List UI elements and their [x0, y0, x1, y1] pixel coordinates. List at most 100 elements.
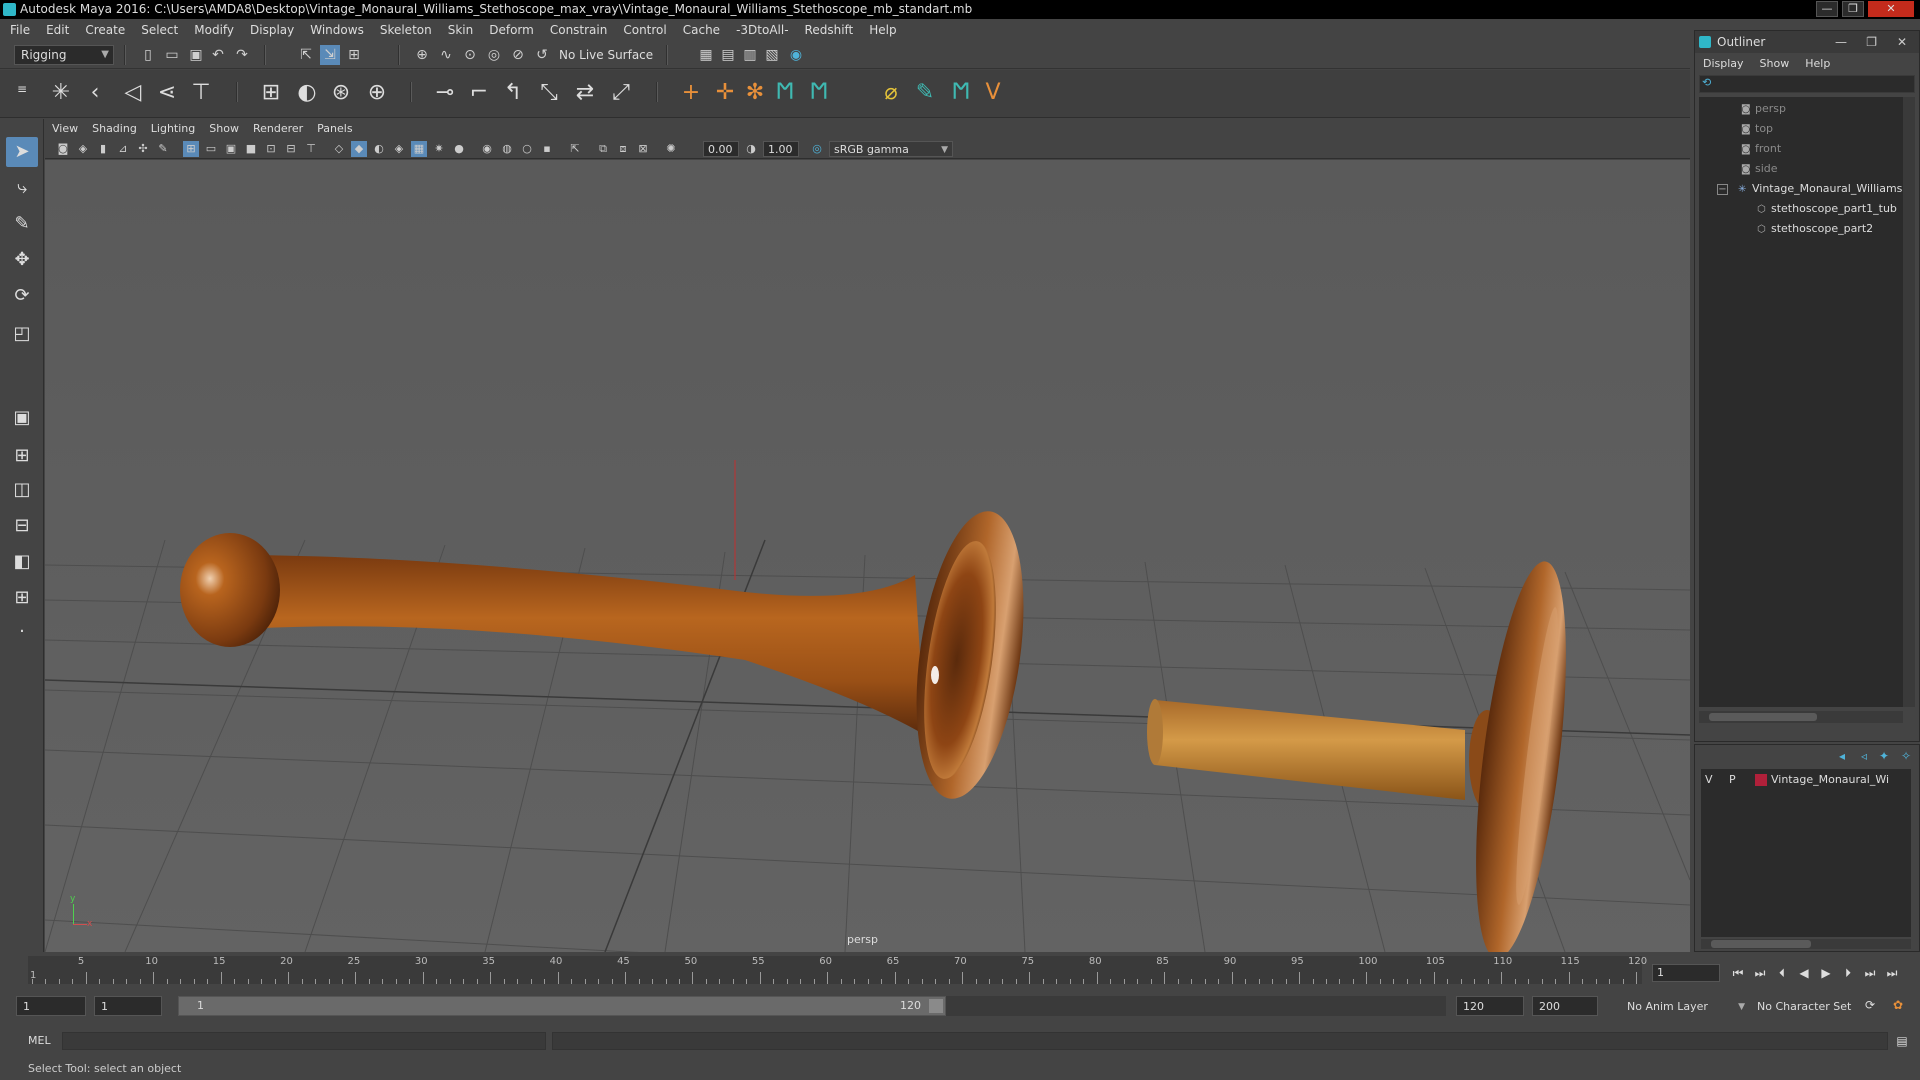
auto-key-icon[interactable]: ⟳: [1860, 996, 1880, 1014]
layer-color-swatch[interactable]: [1755, 774, 1767, 786]
image-plane-icon[interactable]: ⊿: [115, 141, 131, 157]
undo-icon[interactable]: ↶: [208, 45, 228, 65]
menu-display[interactable]: Display: [242, 19, 302, 41]
go-to-start-icon[interactable]: ⏮: [1728, 964, 1748, 982]
outliner-item-group[interactable]: − ✳ Vintage_Monaural_Williams: [1717, 179, 1902, 199]
render-settings-icon[interactable]: ▧: [762, 45, 782, 65]
menu-constrain[interactable]: Constrain: [542, 19, 616, 41]
menu-skin[interactable]: Skin: [440, 19, 482, 41]
playback-end-field[interactable]: 120: [1456, 996, 1524, 1016]
menu-edit[interactable]: Edit: [38, 19, 77, 41]
range-track[interactable]: [946, 996, 1446, 1016]
outliner-horizontal-scrollbar[interactable]: [1699, 711, 1903, 723]
menu-cache[interactable]: Cache: [675, 19, 728, 41]
skeleton-icon[interactable]: ✻: [740, 78, 770, 108]
layout-three-icon[interactable]: ◧: [6, 547, 38, 577]
exposure-field[interactable]: 0.00: [703, 141, 739, 157]
default-material-icon[interactable]: ◐: [371, 141, 387, 157]
ik-handle-icon[interactable]: ‹: [80, 78, 110, 108]
outliner-item-front[interactable]: ◙ front: [1741, 139, 1781, 159]
snap-to-curve-icon[interactable]: ∿: [436, 45, 456, 65]
make-live-icon[interactable]: ⊘: [508, 45, 528, 65]
select-by-component-icon[interactable]: ⊞: [344, 45, 364, 65]
layer-scrollbar[interactable]: [1701, 939, 1911, 949]
play-backwards-icon[interactable]: ◀: [1794, 964, 1814, 982]
resolution-gate-icon[interactable]: ▣: [223, 141, 239, 157]
render-view-icon[interactable]: ▦: [696, 45, 716, 65]
wireframe-icon[interactable]: ◇: [331, 141, 347, 157]
outliner-close-icon[interactable]: ✕: [1897, 31, 1907, 53]
save-scene-icon[interactable]: ▣: [186, 45, 206, 65]
layout-outliner-icon[interactable]: ⊞: [6, 583, 38, 613]
paint-skin-icon[interactable]: ✎: [910, 78, 940, 108]
lattice-icon[interactable]: ⊛: [326, 78, 356, 108]
layer-visibility-toggle[interactable]: V: [1705, 771, 1713, 789]
paint-weights-icon[interactable]: ⌀: [876, 78, 906, 108]
grease-pencil-icon[interactable]: ✎: [155, 141, 171, 157]
menu-skeleton[interactable]: Skeleton: [372, 19, 440, 41]
outliner-title-bar[interactable]: Outliner — ❐ ✕: [1695, 31, 1919, 53]
gamma-icon[interactable]: ◑: [743, 141, 759, 157]
step-forward-frame-icon[interactable]: ⏵: [1838, 964, 1858, 982]
panel-menu-lighting[interactable]: Lighting: [144, 119, 202, 139]
menu-set-dropdown[interactable]: Rigging ▼: [14, 45, 114, 65]
screen-space-ao-icon[interactable]: ◉: [479, 141, 495, 157]
use-all-lights-icon[interactable]: ✷: [431, 141, 447, 157]
bind-skin-icon[interactable]: ⊞: [256, 78, 286, 108]
outliner-vertical-scrollbar[interactable]: [1903, 97, 1915, 707]
move-layer-up-icon[interactable]: ◂: [1839, 749, 1845, 763]
scale-tool-icon[interactable]: ◰: [6, 319, 38, 349]
collapse-icon[interactable]: −: [1717, 184, 1728, 195]
outliner-filter-icon[interactable]: ⟲: [1702, 76, 1711, 89]
layout-stacked-icon[interactable]: ⊟: [6, 511, 38, 541]
field-chart-icon[interactable]: ⊡: [263, 141, 279, 157]
xray-joints-icon[interactable]: ⧈: [615, 141, 631, 157]
lasso-tool-icon[interactable]: ⤷: [6, 173, 38, 203]
layer-row[interactable]: V P Vintage_Monaural_Wi: [1701, 771, 1911, 789]
layout-extra-icon[interactable]: ·: [6, 617, 38, 647]
outliner-item-side[interactable]: ◙ side: [1741, 159, 1778, 179]
isolate-select-icon[interactable]: ⇱: [567, 141, 583, 157]
two-d-pan-icon[interactable]: ✣: [135, 141, 151, 157]
outliner-filter-input[interactable]: ⟲: [1699, 75, 1915, 93]
shelf-menu-icon[interactable]: ≡: [6, 74, 38, 104]
film-gate-icon[interactable]: ▭: [203, 141, 219, 157]
range-end-handle[interactable]: [929, 999, 943, 1013]
outliner-item-persp[interactable]: ◙ persp: [1741, 99, 1786, 119]
step-back-frame-icon[interactable]: ⏴: [1772, 964, 1792, 982]
play-forwards-icon[interactable]: ▶: [1816, 964, 1836, 982]
layer-name[interactable]: Vintage_Monaural_Wi: [1771, 771, 1889, 789]
motion-blur-icon[interactable]: ◍: [499, 141, 515, 157]
render-frame-icon[interactable]: ▤: [718, 45, 738, 65]
scale-constraint-icon[interactable]: ⤡: [534, 78, 564, 108]
xray-icon[interactable]: ⧉: [595, 141, 611, 157]
safe-action-icon[interactable]: ⊟: [283, 141, 299, 157]
shadows-icon[interactable]: ●: [451, 141, 467, 157]
wireframe-on-shaded-icon[interactable]: ◈: [391, 141, 407, 157]
v-tool-icon[interactable]: V: [978, 78, 1008, 108]
xray-components-icon[interactable]: ⊠: [635, 141, 651, 157]
outliner-menu-show[interactable]: Show: [1752, 55, 1798, 73]
textured-icon[interactable]: ▦: [411, 141, 427, 157]
color-space-dropdown[interactable]: sRGB gamma ▼: [829, 141, 953, 157]
new-layer-icon[interactable]: ✦: [1879, 749, 1889, 763]
panel-menu-panels[interactable]: Panels: [310, 119, 359, 139]
grid-icon[interactable]: ⊞: [183, 141, 199, 157]
menu-file[interactable]: File: [0, 19, 38, 41]
snap-to-point-icon[interactable]: ⊙: [460, 45, 480, 65]
command-input[interactable]: [62, 1032, 546, 1050]
character-set-dropdown[interactable]: No Character Set: [1750, 996, 1868, 1016]
menu-control[interactable]: Control: [615, 19, 674, 41]
select-by-object-icon[interactable]: ⇲: [320, 45, 340, 65]
panel-menu-shading[interactable]: Shading: [85, 119, 144, 139]
ipr-render-icon[interactable]: ▥: [740, 45, 760, 65]
layer-scroll-thumb[interactable]: [1711, 940, 1811, 948]
muscle-icon[interactable]: Ϻ: [946, 78, 976, 108]
point-constraint-icon[interactable]: ⊸: [430, 78, 460, 108]
current-frame-field[interactable]: 1: [1652, 964, 1720, 982]
outliner-item-part1[interactable]: ⬡ stethoscope_part1_tub: [1757, 199, 1897, 219]
menu-modify[interactable]: Modify: [186, 19, 242, 41]
menu-select[interactable]: Select: [133, 19, 186, 41]
bookmark-icon[interactable]: ▮: [95, 141, 111, 157]
color-management-icon[interactable]: ◎: [809, 141, 825, 157]
